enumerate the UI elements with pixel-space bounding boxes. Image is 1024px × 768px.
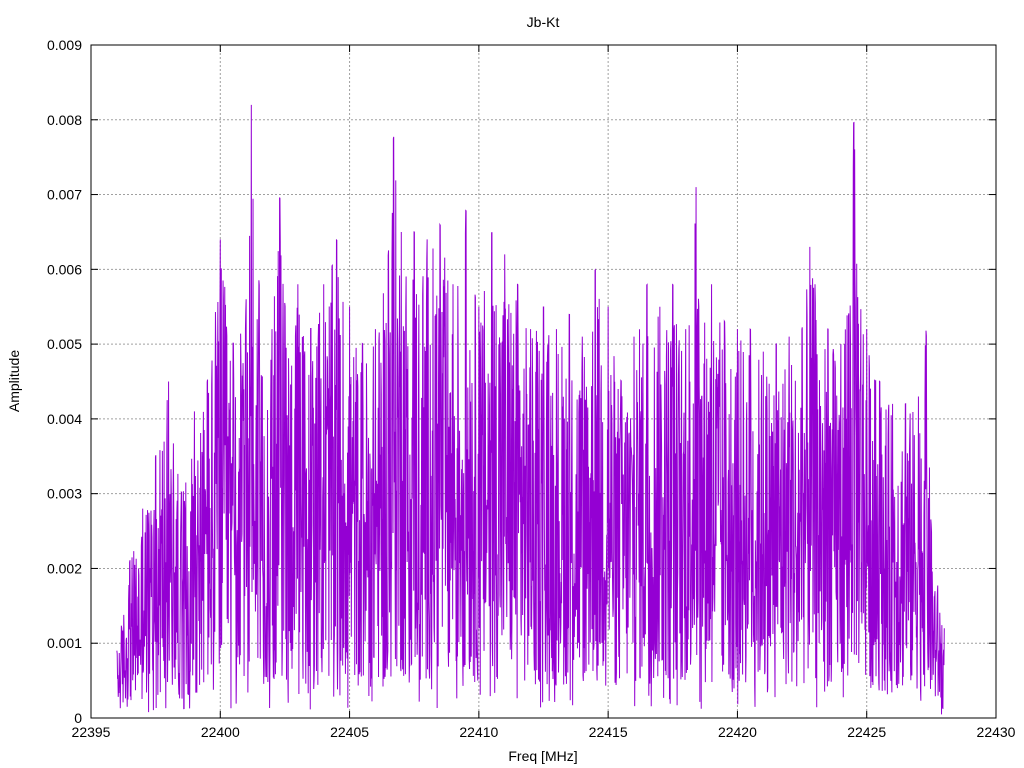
x-axis-label: Freq [MHz]: [508, 748, 577, 764]
y-tick-label: 0.002: [47, 560, 82, 576]
y-tick-label: 0.008: [47, 112, 82, 128]
chart-title: Jb-Kt: [527, 14, 560, 30]
x-tick-label: 22415: [589, 724, 628, 740]
x-tick-label: 22420: [718, 724, 757, 740]
y-axis-label: Amplitude: [6, 350, 22, 412]
x-tick-label: 22425: [847, 724, 886, 740]
x-tick-label: 22405: [330, 724, 369, 740]
x-tick-label: 22400: [201, 724, 240, 740]
series-trace: [116, 104, 945, 715]
x-tick-label: 22395: [72, 724, 111, 740]
x-tick-label: 22410: [459, 724, 498, 740]
y-tick-label: 0.007: [47, 187, 82, 203]
chart: 22395 22400 22405 22410 22415 22420 22425 22430…: [6, 14, 1016, 764]
y-tick-label: 0.006: [47, 261, 82, 277]
x-tick-label: 22430: [977, 724, 1016, 740]
y-tick-label: 0.004: [47, 411, 82, 427]
series-line: [116, 104, 945, 715]
y-tick-label: 0.001: [47, 635, 82, 651]
y-tick-label: 0.009: [47, 37, 82, 53]
y-tick-label: 0.003: [47, 486, 82, 502]
y-tick-label: 0.005: [47, 336, 82, 352]
y-tick-label: 0: [74, 710, 82, 726]
